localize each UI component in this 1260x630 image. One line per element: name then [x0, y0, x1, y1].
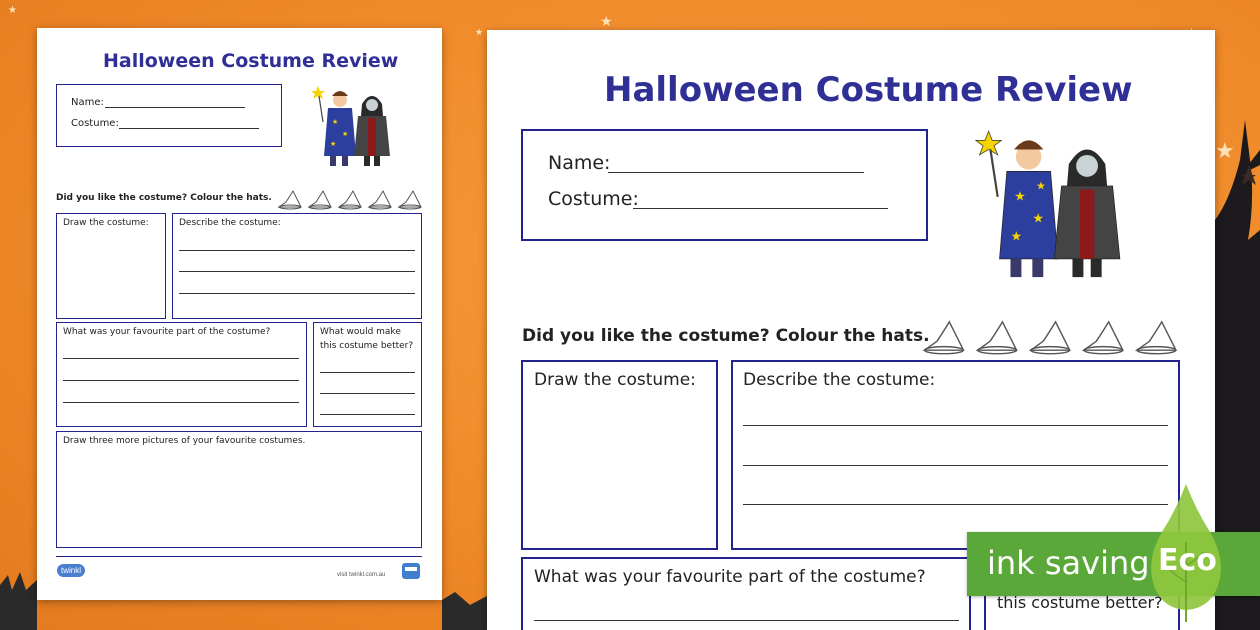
name-line	[608, 172, 864, 173]
writing-line	[320, 414, 415, 415]
witch-hat-icon	[277, 189, 302, 210]
wizard-child-icon: ★ ★ ★	[311, 86, 356, 166]
favourite-part-label: What was your favourite part of the cost…	[534, 567, 926, 587]
draw-costume-box	[56, 213, 166, 319]
make-better-label-2: this costume better?	[320, 341, 414, 351]
draw-costume-label: Draw the costume:	[63, 218, 149, 228]
witch-hat-icon	[367, 189, 392, 210]
writing-line	[320, 372, 415, 373]
witch-hat-icon	[1134, 320, 1178, 355]
vampire-child-icon	[354, 96, 390, 166]
svg-text:★: ★	[1036, 181, 1046, 193]
svg-text:★: ★	[330, 140, 336, 148]
witch-hat-icon	[922, 320, 965, 355]
name-label: Name:	[548, 152, 611, 174]
draw-costume-label: Draw the costume:	[534, 370, 696, 390]
costume-label: Costume:	[548, 188, 639, 210]
page-title: Halloween Costume Review	[604, 70, 1133, 110]
svg-text:★: ★	[342, 130, 348, 138]
describe-costume-label: Describe the costume:	[743, 370, 936, 390]
children-costume-illustration: ★ ★ ★ ★	[974, 130, 1121, 278]
writing-line	[63, 380, 299, 381]
writing-line	[534, 620, 959, 621]
svg-text:★: ★	[1014, 189, 1025, 204]
writing-line	[63, 402, 299, 403]
name-line	[105, 107, 245, 108]
make-better-label-1: What would make	[320, 327, 401, 337]
writing-line	[743, 504, 1168, 505]
ink-saving-text: ink saving	[987, 544, 1150, 582]
witch-hat-icon	[1028, 320, 1071, 355]
writing-line	[743, 425, 1168, 426]
children-costume-illustration: ★ ★ ★	[311, 86, 390, 166]
favourite-part-label: What was your favourite part of the cost…	[63, 327, 271, 337]
eco-word: Eco	[1158, 543, 1217, 578]
checked-badge-icon	[402, 563, 420, 579]
name-costume-box	[56, 84, 282, 147]
costume-label: Costume:	[71, 118, 119, 129]
writing-line	[179, 271, 415, 272]
footer-divider	[56, 556, 422, 557]
writing-line	[320, 393, 415, 394]
hat-rating	[922, 320, 1178, 355]
twinkl-logo: twinkl	[57, 564, 86, 577]
hats-question: Did you like the costume? Colour the hat…	[56, 193, 272, 203]
footer-url: visit twinkl.com.au	[337, 572, 386, 578]
witch-hat-icon	[1081, 320, 1124, 355]
favourite-part-box	[56, 322, 307, 427]
name-label: Name:	[71, 97, 104, 108]
svg-text:★: ★	[1032, 210, 1043, 225]
hat-rating	[277, 189, 422, 210]
wizard-child-icon: ★ ★ ★ ★	[974, 130, 1059, 278]
name-costume-box	[521, 129, 928, 241]
page-title: Halloween Costume Review	[103, 50, 399, 72]
costume-line	[119, 128, 259, 129]
stage: ★ ★ ★ ★ ★ Halloween Costume Review Name:…	[0, 0, 1260, 630]
svg-text:★: ★	[332, 118, 338, 126]
costume-line	[633, 208, 888, 209]
three-more-box	[56, 431, 422, 548]
writing-line	[179, 293, 415, 294]
hats-question: Did you like the costume? Colour the hat…	[522, 326, 930, 346]
witch-hat-icon	[337, 189, 362, 210]
describe-costume-label: Describe the costume:	[179, 218, 281, 228]
witch-hat-icon	[397, 189, 422, 210]
vampire-child-icon	[1053, 149, 1121, 278]
writing-line	[743, 465, 1168, 466]
svg-text:★: ★	[1010, 229, 1021, 244]
worksheet-preview-small: Halloween Costume Review Name: Costume: …	[37, 28, 442, 600]
writing-line	[63, 358, 299, 359]
make-better-box	[313, 322, 422, 427]
writing-line	[179, 250, 415, 251]
three-more-label: Draw three more pictures of your favouri…	[63, 436, 306, 446]
witch-hat-icon	[975, 320, 1018, 355]
describe-costume-box	[172, 213, 422, 319]
witch-hat-icon	[307, 189, 332, 210]
